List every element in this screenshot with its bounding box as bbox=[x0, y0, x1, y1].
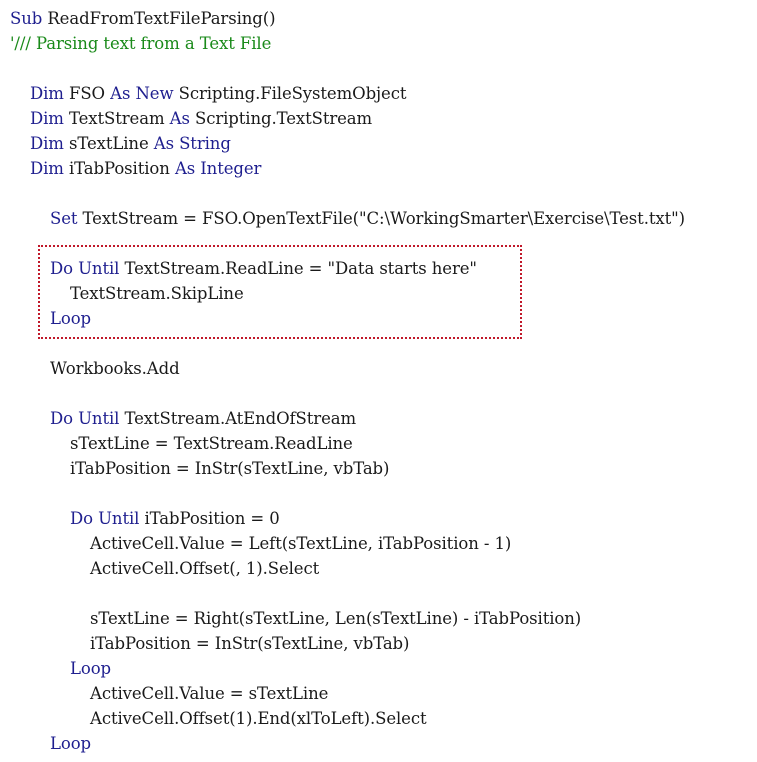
code-text: ActiveCell.Value = Left(sTextLine, iTabP… bbox=[90, 534, 512, 553]
code-keyword: Loop bbox=[70, 659, 111, 678]
code-line: TextStream.SkipLine bbox=[0, 281, 757, 306]
code-text: TextStream.AtEndOfStream bbox=[124, 409, 357, 428]
code-line: sTextLine = Right(sTextLine, Len(sTextLi… bbox=[0, 606, 757, 631]
code-keyword: Do Until bbox=[70, 509, 145, 528]
code-line: iTabPosition = InStr(sTextLine, vbTab) bbox=[0, 631, 757, 656]
code-keyword: Dim bbox=[30, 84, 69, 103]
code-text: iTabPosition = 0 bbox=[144, 509, 280, 528]
code-keyword: Dim bbox=[30, 159, 69, 178]
code-line: ActiveCell.Value = sTextLine bbox=[0, 681, 757, 706]
code-text: TextStream.SkipLine bbox=[70, 284, 244, 303]
code-text: Scripting.FileSystemObject bbox=[178, 84, 407, 103]
code-text: Scripting.TextStream bbox=[194, 109, 373, 128]
code-keyword: Loop bbox=[50, 309, 91, 328]
code-keyword: Dim bbox=[30, 134, 69, 153]
code-text: iTabPosition bbox=[69, 159, 175, 178]
code-line: '/// Parsing text from a Text File bbox=[0, 31, 757, 56]
code-line: Workbooks.Add bbox=[0, 356, 757, 381]
code-line: iTabPosition = InStr(sTextLine, vbTab) bbox=[0, 456, 757, 481]
code-text: ActiveCell.Offset(, 1).Select bbox=[90, 559, 320, 578]
code-keyword: As bbox=[169, 109, 195, 128]
code-keyword: Sub bbox=[10, 9, 48, 28]
code-keyword: As New bbox=[110, 84, 179, 103]
code-line: Dim sTextLine As String bbox=[0, 131, 757, 156]
code-text: Workbooks.Add bbox=[50, 359, 180, 378]
code-text: ReadFromTextFileParsing() bbox=[47, 9, 276, 28]
code-keyword: Do Until bbox=[50, 409, 125, 428]
code-text: ActiveCell.Value = sTextLine bbox=[90, 684, 329, 703]
code-text: FSO bbox=[69, 84, 111, 103]
code-text: TextStream = FSO.OpenTextFile("C:\Workin… bbox=[82, 209, 685, 228]
code-keyword: Dim bbox=[30, 109, 69, 128]
code-keyword: As Integer bbox=[174, 159, 262, 178]
code-line: Set TextStream = FSO.OpenTextFile("C:\Wo… bbox=[0, 206, 757, 231]
code-text: sTextLine bbox=[69, 134, 154, 153]
code-line: sTextLine = TextStream.ReadLine bbox=[0, 431, 757, 456]
code-line: Loop bbox=[0, 656, 757, 681]
code-text: TextStream.ReadLine = "Data starts here" bbox=[124, 259, 477, 278]
code-comment: '/// Parsing text from a Text File bbox=[10, 34, 272, 53]
code-line: ActiveCell.Value = Left(sTextLine, iTabP… bbox=[0, 531, 757, 556]
code-keyword: As String bbox=[153, 134, 231, 153]
code-line: Do Until TextStream.ReadLine = "Data sta… bbox=[0, 256, 757, 281]
code-line: Dim TextStream As Scripting.TextStream bbox=[0, 106, 757, 131]
code-text: iTabPosition = InStr(sTextLine, vbTab) bbox=[90, 634, 410, 653]
code-line: Do Until TextStream.AtEndOfStream bbox=[0, 406, 757, 431]
code-text: sTextLine = TextStream.ReadLine bbox=[70, 434, 353, 453]
code-listing: Sub ReadFromTextFileParsing() '/// Parsin… bbox=[0, 6, 757, 756]
code-text: TextStream bbox=[69, 109, 170, 128]
code-keyword: Do Until bbox=[50, 259, 125, 278]
code-line: Loop bbox=[0, 731, 757, 756]
page: { "code": { "lines": [ {"indent": 0, "se… bbox=[0, 0, 757, 762]
code-line: ActiveCell.Offset(, 1).Select bbox=[0, 556, 757, 581]
code-line: Do Until iTabPosition = 0 bbox=[0, 506, 757, 531]
code-line: ActiveCell.Offset(1).End(xlToLeft).Selec… bbox=[0, 706, 757, 731]
code-line: Sub ReadFromTextFileParsing() bbox=[0, 6, 757, 31]
code-line: Dim FSO As New Scripting.FileSystemObjec… bbox=[0, 81, 757, 106]
code-keyword: Loop bbox=[50, 734, 91, 753]
code-text: sTextLine = Right(sTextLine, Len(sTextLi… bbox=[90, 609, 582, 628]
code-text: iTabPosition = InStr(sTextLine, vbTab) bbox=[70, 459, 390, 478]
code-keyword: Set bbox=[50, 209, 83, 228]
code-line: Dim iTabPosition As Integer bbox=[0, 156, 757, 181]
code-text: ActiveCell.Offset(1).End(xlToLeft).Selec… bbox=[90, 709, 427, 728]
code-line: Loop bbox=[0, 306, 757, 331]
